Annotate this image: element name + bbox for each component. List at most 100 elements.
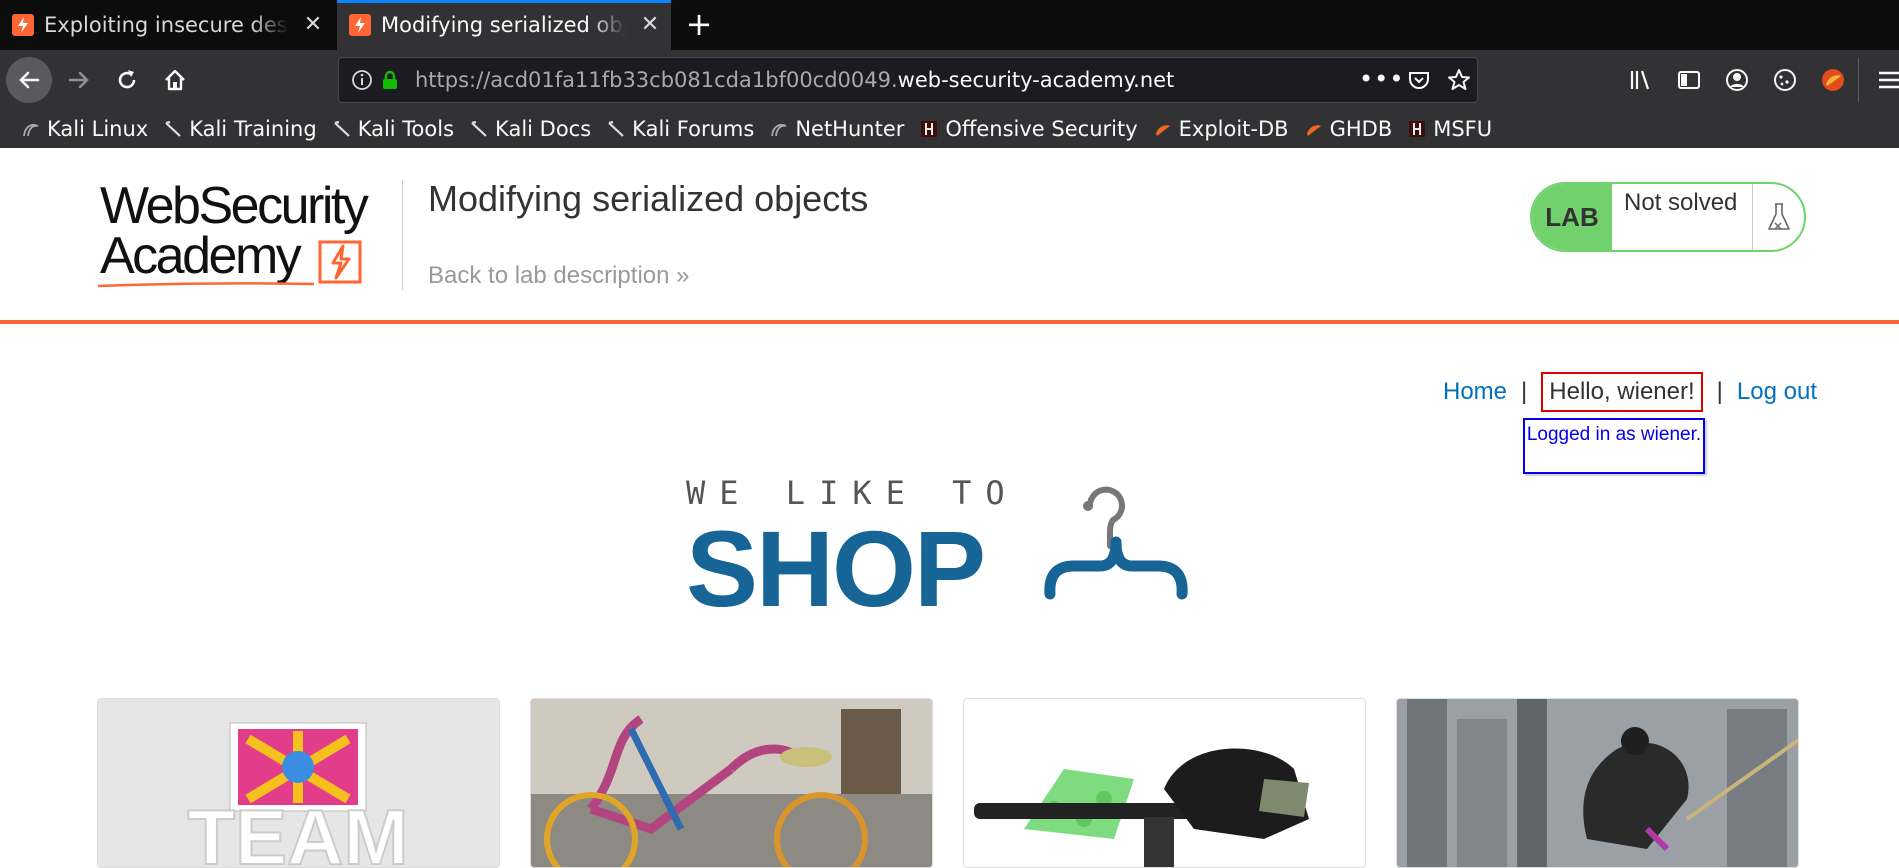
city-climber-image — [1397, 699, 1798, 867]
kali-dragon-icon — [23, 123, 39, 137]
bookmark-label: GHDB — [1329, 117, 1393, 141]
pocket-icon[interactable] — [1407, 68, 1431, 92]
product-image-paintball-gun[interactable] — [963, 698, 1366, 868]
knitted-bike-image — [531, 699, 932, 867]
bookmark-label: Kali Docs — [495, 117, 592, 141]
cookie-icon[interactable] — [1772, 67, 1798, 93]
double-chevron-right-icon: » — [676, 262, 690, 289]
menu-icon[interactable] — [1876, 67, 1899, 93]
logout-link[interactable]: Log out — [1737, 378, 1817, 406]
logo-underline-icon — [97, 282, 315, 288]
navigation-toolbar: https://acd01fa11fb33cb081cda1bf00cd0049… — [0, 50, 1899, 110]
lock-icon[interactable] — [379, 69, 401, 91]
web-page: WebSecurity Academy Modifying serialized… — [0, 148, 1899, 868]
academy-header: WebSecurity Academy Modifying serialized… — [0, 148, 1899, 324]
flask-icon[interactable] — [1752, 184, 1804, 250]
bookmark-kali-docs[interactable]: Kali Docs — [470, 117, 591, 141]
kali-tool-icon — [333, 120, 350, 137]
tab-title: Modifying serialized objects — [381, 13, 626, 37]
logged-in-tooltip: Logged in as wiener. — [1523, 418, 1705, 474]
arrow-right-icon — [68, 71, 89, 89]
back-link-label: Back to lab description — [428, 262, 670, 289]
bookmark-nethunter[interactable]: NetHunter — [770, 117, 904, 141]
web-security-academy-logo[interactable]: WebSecurity Academy — [97, 177, 400, 288]
library-icon[interactable] — [1628, 67, 1654, 93]
lab-title: Modifying serialized objects — [428, 178, 869, 219]
bookmark-label: Offensive Security — [945, 117, 1138, 141]
offsec-icon — [1409, 121, 1426, 137]
bookmark-kali-forums[interactable]: Kali Forums — [607, 117, 754, 141]
offsec-icon — [921, 121, 938, 137]
bookmark-star-icon[interactable] — [1447, 68, 1471, 92]
kali-tool-icon — [471, 120, 487, 137]
ghdb-icon — [1306, 125, 1321, 136]
forward-button[interactable] — [56, 57, 102, 103]
new-tab-icon[interactable]: + — [682, 8, 716, 42]
user-navigation: Home | Hello, wiener! | Log out — [1443, 372, 1817, 412]
browser-tab-bar: Exploiting insecure deserialization ✕ Mo… — [0, 0, 1899, 50]
kali-dragon-icon — [771, 123, 787, 137]
team-building-image: TEAM — [98, 699, 499, 868]
bookmark-exploit-db[interactable]: Exploit-DB — [1154, 117, 1289, 141]
portswigger-favicon-icon — [349, 14, 371, 36]
hello-user-label: Hello, wiener! — [1541, 372, 1703, 412]
bookmark-label: NetHunter — [795, 117, 905, 141]
bookmark-label: Exploit-DB — [1178, 117, 1289, 141]
arrow-left-icon — [19, 71, 40, 89]
logo-line-2: Academy — [100, 227, 302, 285]
bookmarks-bar: Kali Linux Kali Training Kali Tools Kali… — [0, 110, 1899, 148]
lab-status-text: Not solved — [1624, 189, 1738, 216]
lab-status-widget: LAB Not solved — [1530, 182, 1806, 252]
tab-exploiting-insecure[interactable]: Exploiting insecure deserialization ✕ — [0, 0, 334, 50]
close-tab-icon[interactable]: ✕ — [637, 12, 663, 38]
url-bar[interactable]: https://acd01fa11fb33cb081cda1bf00cd0049… — [338, 57, 1478, 103]
exploit-db-icon — [1155, 125, 1170, 136]
home-icon — [165, 69, 185, 91]
nav-separator: | — [1521, 378, 1528, 405]
sidebar-icon[interactable] — [1676, 67, 1702, 93]
bookmark-kali-linux[interactable]: Kali Linux — [22, 117, 148, 141]
back-button[interactable] — [6, 57, 52, 103]
product-image-team-building[interactable]: TEAM — [97, 698, 500, 868]
close-tab-icon[interactable]: ✕ — [300, 12, 326, 38]
url-text[interactable]: https://acd01fa11fb33cb081cda1bf00cd0049… — [415, 68, 1174, 92]
page-actions-icon[interactable]: ••• — [1359, 65, 1404, 93]
reload-icon — [118, 70, 136, 89]
hanger-icon — [1044, 486, 1188, 600]
bookmark-label: Kali Training — [189, 117, 317, 141]
back-to-lab-description-link[interactable]: Back to lab description » — [428, 262, 690, 290]
shop-logo: WE LIKE TO SHOP — [686, 474, 1216, 629]
product-image-knitted-bike[interactable] — [530, 698, 933, 868]
bookmark-msfu[interactable]: MSFU — [1408, 117, 1492, 141]
portswigger-favicon-icon — [12, 14, 34, 36]
tab-modifying-serialized[interactable]: Modifying serialized objects ✕ — [337, 0, 671, 50]
shop-wordmark: SHOP — [686, 508, 986, 629]
paintball-gun-image — [964, 699, 1365, 867]
svg-text:TEAM: TEAM — [188, 793, 409, 868]
account-icon[interactable] — [1724, 67, 1750, 93]
home-link[interactable]: Home — [1443, 378, 1507, 406]
bookmark-label: Kali Forums — [632, 117, 755, 141]
bookmark-label: MSFU — [1433, 117, 1493, 141]
bookmark-label: Kali Tools — [357, 117, 455, 141]
extension-icon[interactable] — [1819, 66, 1847, 94]
logo-line-1: WebSecurity — [100, 177, 369, 235]
toolbar-divider — [1858, 58, 1859, 102]
home-button[interactable] — [152, 57, 198, 103]
product-image-city-climber[interactable] — [1396, 698, 1799, 868]
bookmark-ghdb[interactable]: GHDB — [1305, 117, 1393, 141]
kali-tool-icon — [165, 120, 181, 137]
url-domain: web-security-academy.net — [897, 68, 1175, 92]
nav-separator: | — [1716, 378, 1723, 405]
header-divider — [402, 180, 403, 290]
info-icon[interactable] — [351, 69, 373, 91]
lab-badge: LAB — [1532, 184, 1612, 250]
bookmark-label: Kali Linux — [47, 117, 149, 141]
bookmark-kali-training[interactable]: Kali Training — [164, 117, 317, 141]
tab-title: Exploiting insecure deserialization — [44, 13, 289, 37]
logo-bolt-icon — [318, 240, 362, 284]
kali-tool-icon — [608, 120, 624, 137]
bookmark-offensive-security[interactable]: Offensive Security — [920, 117, 1138, 141]
reload-button[interactable] — [104, 57, 150, 103]
bookmark-kali-tools[interactable]: Kali Tools — [333, 117, 454, 141]
